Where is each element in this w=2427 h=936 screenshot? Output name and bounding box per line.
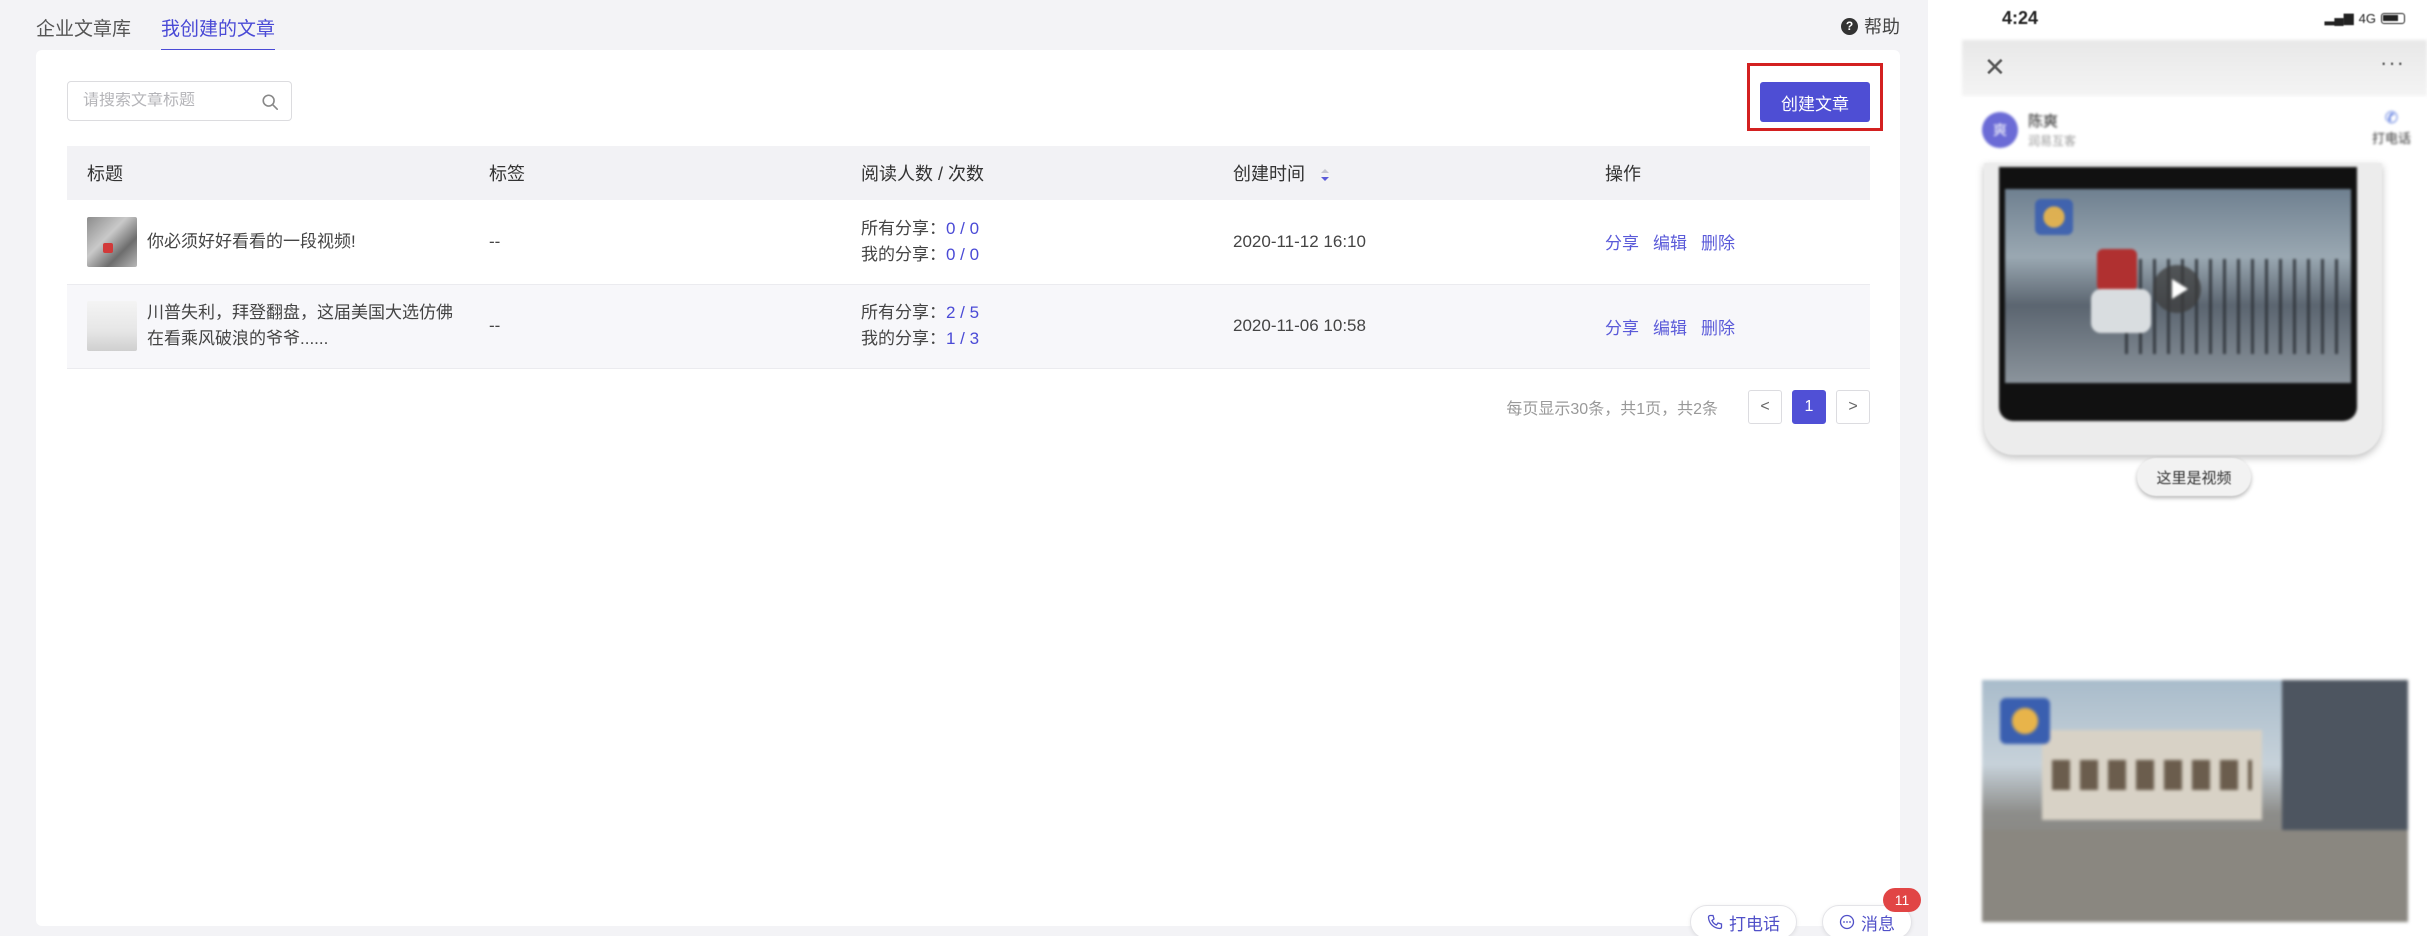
help-label: 帮助	[1864, 17, 1900, 37]
cell-tag: --	[489, 231, 501, 251]
cell-title: 川普失利，拜登翻盘，这届美国大选仿佛在看乘风破浪的爷爷......	[67, 284, 469, 368]
article-thumbnail	[87, 301, 137, 351]
prev-page-button[interactable]: <	[1748, 390, 1782, 424]
signal-icon: ▂▄▆	[2324, 10, 2354, 25]
help-link[interactable]: ? 帮助	[1841, 13, 1900, 39]
phone-icon: ✆	[2384, 110, 2399, 127]
pagination-summary: 每页显示30条，共1页，共2条	[1506, 401, 1718, 418]
tab-my-articles[interactable]: 我创建的文章	[161, 10, 276, 52]
reads-all-label: 所有分享：	[861, 303, 946, 322]
channel-logo	[2000, 698, 2050, 744]
cell-created: 2020-11-12 16:10	[1233, 231, 1366, 251]
cell-reads: 所有分享：2 / 5 我的分享：1 / 3	[841, 284, 1213, 368]
status-indicators: ▂▄▆ 4G	[2324, 10, 2405, 26]
cell-tag: --	[489, 316, 501, 335]
col-header-title: 标题	[87, 164, 123, 184]
tab-enterprise-library[interactable]: 企业文章库	[36, 10, 131, 52]
phone-icon	[1707, 914, 1723, 930]
col-header-reads: 阅读人数 / 次数	[861, 164, 985, 184]
search-box	[67, 81, 292, 121]
close-icon[interactable]: ✕	[1984, 52, 2006, 83]
reads-mine-label: 我的分享：	[861, 329, 946, 348]
article-title[interactable]: 你必须好好看看的一段视频!	[147, 229, 356, 255]
video-caption: 这里是视频	[2137, 458, 2251, 496]
table-row: 川普失利，拜登翻盘，这届美国大选仿佛在看乘风破浪的爷爷...... -- 所有分…	[67, 284, 1870, 368]
author-company: 润易互客	[2028, 134, 2077, 148]
reads-all-value: 0 / 0	[946, 218, 980, 238]
edit-link[interactable]: 编辑	[1653, 319, 1687, 338]
page-1-button[interactable]: 1	[1792, 390, 1826, 424]
phone-preview: 4:24 ▂▄▆ 4G ✕ ··· 爽 陈爽 润易互客 ✆ 打电话 这里是视频	[1962, 0, 2427, 936]
article-image	[1982, 680, 2408, 922]
reads-all-value: 2 / 5	[946, 303, 980, 322]
table-row: 你必须好好看看的一段视频! -- 所有分享：0 / 0 我的分享：0 / 0 2…	[67, 200, 1870, 284]
tab-bar: 企业文章库 我创建的文章	[36, 10, 276, 52]
col-header-created[interactable]: 创建时间	[1213, 146, 1585, 200]
cell-created: 2020-11-06 10:58	[1233, 316, 1366, 335]
admin-panel: 企业文章库 我创建的文章 ? 帮助 创建文章 标题 标签 阅读人数 / 次数	[0, 0, 1928, 936]
call-float-label: 打电话	[1729, 914, 1780, 934]
col-header-created-label: 创建时间	[1233, 164, 1305, 184]
cell-ops: 分享 编辑 删除	[1585, 200, 1870, 284]
video-scooter	[2091, 289, 2151, 333]
article-title[interactable]: 川普失利，拜登翻盘，这届美国大选仿佛在看乘风破浪的爷爷......	[147, 300, 467, 352]
col-header-tag: 标签	[489, 164, 525, 184]
create-button-highlight: 创建文章	[1747, 63, 1883, 131]
cell-reads: 所有分享：0 / 0 我的分享：0 / 0	[841, 200, 1213, 284]
chat-icon	[1839, 914, 1855, 930]
reads-mine-value: 1 / 3	[946, 329, 980, 348]
video-player[interactable]	[1999, 167, 2357, 421]
reads-mine-value: 0 / 0	[946, 244, 980, 264]
create-article-button[interactable]: 创建文章	[1760, 82, 1870, 122]
battery-icon	[2381, 12, 2405, 24]
phone-call-button[interactable]: ✆ 打电话	[2372, 108, 2411, 147]
reads-mine-label: 我的分享：	[861, 244, 946, 264]
author-bar: 爽 陈爽 润易互客 ✆ 打电话	[1962, 98, 2427, 162]
image-building-windows	[2052, 760, 2252, 790]
message-count-badge: 11	[1883, 888, 1921, 912]
search-icon[interactable]	[261, 93, 279, 111]
avatar: 爽	[1982, 112, 2018, 148]
play-icon[interactable]	[2153, 265, 2201, 313]
edit-link[interactable]: 编辑	[1653, 234, 1687, 253]
pagination: 每页显示30条，共1页，共2条 < 1 >	[1506, 390, 1870, 424]
cell-ops: 分享 编辑 删除	[1585, 284, 1870, 368]
search-input[interactable]	[83, 92, 253, 110]
video-rider	[2097, 249, 2137, 291]
delete-link[interactable]: 删除	[1701, 234, 1735, 253]
author-name: 陈爽	[2028, 113, 2059, 130]
next-page-button[interactable]: >	[1836, 390, 1870, 424]
more-icon[interactable]: ···	[2380, 50, 2405, 76]
col-header-ops: 操作	[1605, 164, 1641, 184]
reads-all-label: 所有分享：	[861, 218, 946, 238]
articles-table: 标题 标签 阅读人数 / 次数 创建时间 操作 你必须好好看看的一段视频! --…	[67, 146, 1870, 369]
table-header-row: 标题 标签 阅读人数 / 次数 创建时间 操作	[67, 146, 1870, 200]
call-float-button[interactable]: 打电话	[1690, 905, 1797, 936]
article-thumbnail	[87, 216, 137, 267]
sort-icon[interactable]	[1320, 168, 1330, 182]
help-icon: ?	[1841, 17, 1858, 35]
status-time: 4:24	[2002, 8, 2039, 28]
delete-link[interactable]: 删除	[1701, 319, 1735, 338]
image-tower	[2282, 680, 2408, 840]
cell-title: 你必须好好看看的一段视频!	[67, 200, 469, 284]
articles-card: 创建文章 标题 标签 阅读人数 / 次数 创建时间 操作	[36, 50, 1900, 926]
channel-logo	[2035, 199, 2073, 235]
phone-top-bar	[1962, 40, 2427, 96]
image-ground	[1982, 830, 2408, 922]
phone-call-label: 打电话	[2371, 131, 2411, 146]
message-float-label: 消息	[1861, 914, 1895, 934]
share-link[interactable]: 分享	[1605, 319, 1639, 338]
network-label: 4G	[2358, 10, 2376, 26]
share-link[interactable]: 分享	[1605, 234, 1639, 253]
